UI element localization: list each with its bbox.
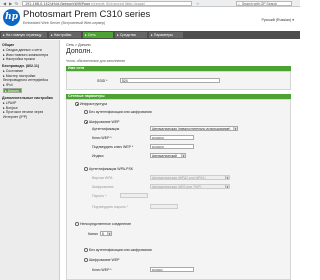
wpa-version-value: Автоматическая (WPA2 или WPA1) (152, 176, 206, 180)
wpa-label: Аутентификация WPA-PSK (89, 167, 134, 171)
sidebar-item-status[interactable]: ▸ Состояние (3, 69, 23, 73)
wep-key-confirm-label: Подтвердить ключ WEP * (92, 145, 134, 149)
wpa-enc-value: Автоматическая (AES или TKIP) (152, 185, 202, 189)
sidebar-item-ipv4[interactable]: ▸ IPv4 (3, 83, 13, 87)
wpa-enc-select[interactable]: Автоматическая (AES или TKIP) ▾ (150, 184, 230, 189)
tab-parameters[interactable]: ▸ Параметры (149, 32, 183, 38)
wep-index-label: Индекс (92, 154, 104, 158)
hp-logo: hp (3, 9, 20, 26)
sidebar-section-extra: Дополнительные настройки (2, 96, 53, 100)
adhoc-no-auth-label: Без аутентификации или шифрования (89, 248, 152, 252)
wep-key-label: Ключ WEP * (92, 136, 112, 140)
tab-network[interactable]: ▸ Сеть (83, 32, 113, 38)
channel-value: 5 (102, 232, 104, 236)
required-note: *поля, обязательные для заполнения (66, 59, 125, 63)
sidebar-item-bonjour[interactable]: ▸ Bonjour (3, 106, 18, 110)
wpa-version-select[interactable]: Автоматическая (WPA2 или WPA1) ▾ (150, 175, 230, 180)
adhoc-wep-key-label: Ключ WEP * (92, 268, 112, 272)
browser-toolbar: ◀ ▶ ↻ 192.168.0.142/#hId-NetworkWifi/Pag… (0, 0, 300, 7)
ssid-input[interactable]: 524 (120, 78, 220, 83)
search-placeholder: Search with QP Search (242, 2, 278, 6)
address-bar[interactable]: 192.168.0.142/#hId-NetworkWifi/Page Inte… (22, 1, 192, 6)
wpa-version-label: Версия WPA (92, 176, 113, 180)
chevron-down-icon: ▾ (225, 185, 229, 189)
reload-icon[interactable]: ↻ (15, 1, 18, 6)
sidebar-section-general: Общие (2, 43, 15, 47)
sidebar-item-ipp[interactable]: ▸ Протокол печати через Интернет (IPP) (3, 110, 59, 119)
breadcrumb: Сеть > Дополн. (66, 43, 92, 47)
chevron-down-icon: ▾ (107, 232, 111, 236)
search-icon: ⌕ (238, 2, 240, 6)
url-suffix: Internet (Enhanced Web Usage) (91, 2, 146, 6)
adhoc-wep-key-input[interactable]: ••••••••• (150, 267, 194, 272)
page-title: Дополн. (66, 48, 93, 55)
wep-auth-label: Аутентификация (92, 127, 120, 131)
infrastructure-label: Инфраструктура (80, 102, 108, 106)
wep-index-select[interactable]: Автоматический ▾ (150, 153, 186, 158)
forward-icon[interactable]: ▶ (9, 1, 12, 6)
adhoc-label: Непосредственное соединение (80, 222, 132, 226)
wep-key-confirm-input[interactable]: •••••••••• (150, 144, 194, 149)
no-auth-radio[interactable] (84, 110, 88, 114)
sidebar-item-advanced[interactable]: ▸ Дополн. (3, 87, 22, 93)
chevron-down-icon: ▾ (292, 18, 294, 22)
no-auth-label: Без аутентификации или шифрования (89, 110, 152, 114)
sidebar-item-proxy[interactable]: ▸ Настройка прокси (3, 57, 35, 61)
chevron-down-icon: ▾ (181, 154, 185, 158)
star-icon[interactable]: ☆ (196, 1, 200, 6)
sidebar-item-host-name[interactable]: ▸ Имя главного компьютера (3, 53, 48, 57)
language-select[interactable]: Русский (Russian) ▾ (261, 18, 294, 22)
wpa-pass-input[interactable] (120, 193, 148, 198)
ssid-label: SSID * (97, 79, 108, 83)
channel-select[interactable]: 5 ▾ (100, 231, 112, 236)
sidebar-item-lpa[interactable]: ▸ LPA/IP (3, 101, 16, 105)
tab-home[interactable]: ▸ На главную страницу (1, 32, 47, 38)
wpa-pass-confirm-input[interactable] (150, 204, 178, 209)
adhoc-wep-radio[interactable] (84, 258, 88, 262)
sidebar-section-wireless: Беспроводн. (802.11) (2, 64, 40, 68)
main-tabs: ▸ На главную страницу ▸ Настройки ▸ Сеть… (0, 31, 300, 39)
infrastructure-radio[interactable] (75, 102, 79, 106)
language-value: Русский (Russian) (261, 18, 292, 22)
channel-label: Канал (88, 232, 98, 236)
adhoc-no-auth-radio[interactable] (84, 248, 88, 252)
wep-label: Шифрование WEP (89, 120, 120, 124)
sidebar-item-wizard[interactable]: ▸ Мастер настройки беспроводного интерфе… (3, 74, 59, 83)
wpa-enc-label: Шифрование (92, 185, 114, 189)
url-text: 192.168.0.142/#hId-NetworkWifi/Page (25, 2, 91, 6)
wep-index-value: Автоматический (152, 154, 177, 158)
back-icon[interactable]: ◀ (3, 1, 6, 6)
wep-radio[interactable] (84, 120, 88, 124)
tab-settings[interactable]: ▸ Настройки (49, 32, 81, 38)
adhoc-wep-label: Шифрование WEP (89, 258, 120, 262)
product-title: Photosmart Prem C310 series (23, 9, 151, 20)
chevron-down-icon: ▾ (233, 127, 237, 131)
sidebar-item-network-summary[interactable]: ▸ Сводка данных о сети (3, 48, 42, 52)
product-subtitle: Embedded Web Server (Встроенный Web-серв… (23, 21, 106, 25)
wep-auth-value: Автоматическая (предпочтительно использо… (152, 127, 231, 131)
search-input[interactable]: ⌕ Search with QP Search (236, 1, 292, 6)
adhoc-radio[interactable] (75, 222, 79, 226)
tab-tools[interactable]: ▸ Средства (115, 32, 147, 38)
wep-auth-select[interactable]: Автоматическая (предпочтительно использо… (150, 126, 238, 131)
wep-key-input[interactable]: •••••••••• (150, 135, 194, 140)
wpa-pass-confirm-label: Подтвердить пароль * (92, 205, 128, 209)
wpa-pass-label: Пароль * (92, 194, 107, 198)
chevron-down-icon: ▾ (225, 176, 229, 180)
wpa-radio[interactable] (84, 167, 88, 171)
